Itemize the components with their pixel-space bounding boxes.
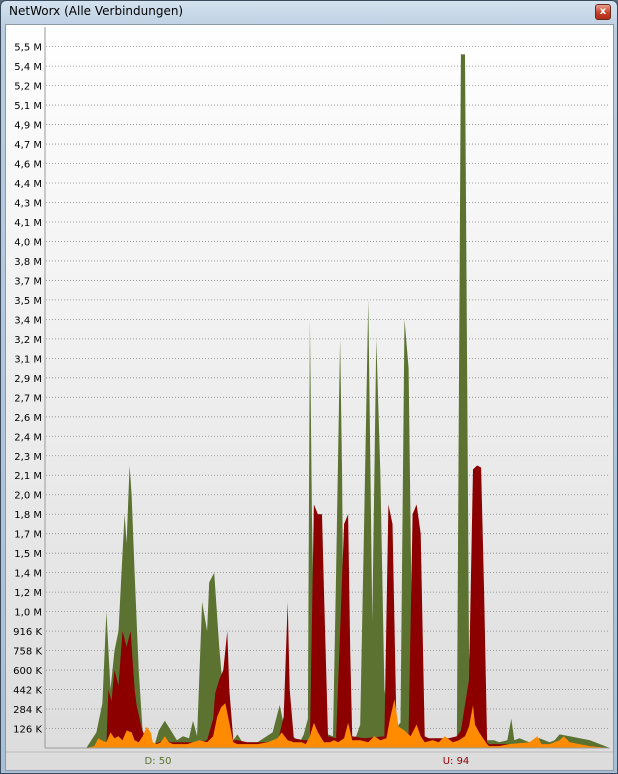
graph-area: 126 K 284 K 442 K 600 K 758 K 916 K 1,0 M 1,2 M… [5,24,614,771]
y-tick-label: 126 K [13,725,42,736]
y-tick-label: 4,9 M [14,121,42,132]
y-tick-label: 4,7 M [14,140,42,151]
close-button[interactable]: x [595,4,611,20]
y-tick-label: 4,6 M [14,160,42,171]
y-tick-label: 2,6 M [14,413,42,424]
y-tick-label: 4,4 M [14,179,42,190]
y-tick-label: 3,4 M [14,315,42,326]
traffic-chart: 126 K 284 K 442 K 600 K 758 K 916 K 1,0 M 1,2 M… [6,25,613,770]
app-window: NetWorx (Alle Verbindungen) x 126 K 284 K… [0,0,618,774]
y-tick-label: 1,4 M [14,569,42,580]
y-tick-label: 2,7 M [14,393,42,404]
y-tick-label: 284 K [13,705,42,716]
y-tick-label: 3,2 M [14,335,42,346]
y-tick-label: 5,5 M [14,43,42,54]
y-tick-label: 3,7 M [14,276,42,287]
y-tick-label: 3,1 M [14,354,42,365]
y-tick-label: 3,8 M [14,257,42,268]
window-title: NetWorx (Alle Verbindungen) [9,4,184,18]
y-tick-label: 1,0 M [14,608,42,619]
upload-legend: U: 94 [443,756,470,767]
y-tick-label: 2,9 M [14,374,42,385]
y-tick-label: 5,2 M [14,82,42,93]
y-tick-label: 2,0 M [14,491,42,502]
y-tick-label: 2,3 M [14,452,42,463]
y-tick-label: 442 K [13,686,42,697]
y-tick-label: 4,1 M [14,218,42,229]
y-tick-label: 916 K [13,627,42,638]
y-tick-label: 758 K [13,647,42,658]
y-tick-label: 2,4 M [14,432,42,443]
y-tick-label: 3,5 M [14,296,42,307]
y-tick-label: 5,1 M [14,101,42,112]
y-tick-label: 5,4 M [14,62,42,73]
y-tick-label: 1,2 M [14,588,42,599]
y-tick-label: 4,3 M [14,198,42,209]
y-tick-label: 2,1 M [14,471,42,482]
y-tick-label: 600 K [13,666,42,677]
y-tick-label: 1,5 M [14,549,42,560]
download-legend: D: 50 [145,756,172,767]
y-tick-label: 1,8 M [14,510,42,521]
y-tick-label: 1,7 M [14,530,42,541]
y-tick-label: 4,0 M [14,237,42,248]
title-bar[interactable]: NetWorx (Alle Verbindungen) x [1,1,617,23]
